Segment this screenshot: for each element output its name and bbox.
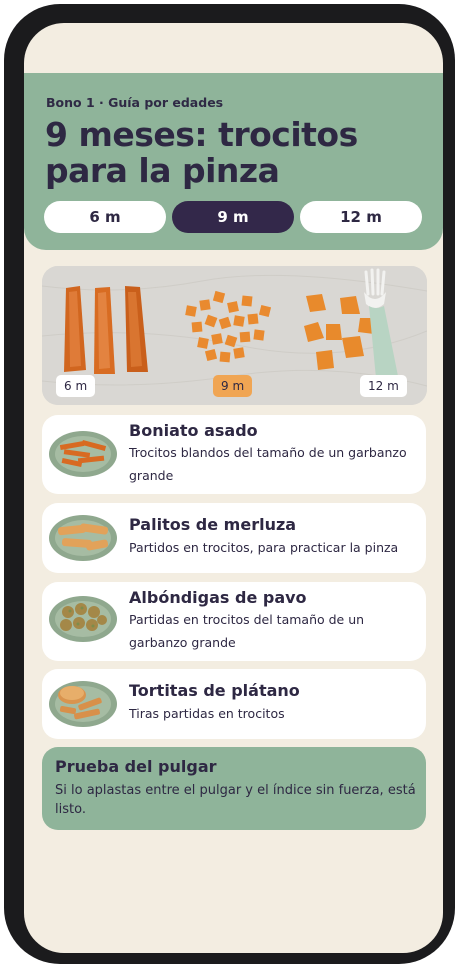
sweet-potato-plate-icon	[49, 431, 117, 477]
page-title: 9 meses: trocitos para la pinza	[45, 115, 358, 190]
food-title: Palitos de merluza	[129, 515, 297, 534]
tip-title: Prueba del pulgar	[55, 757, 217, 776]
tab-9m[interactable]: 9 m	[172, 201, 294, 233]
food-title: Albóndigas de pavo	[129, 588, 307, 607]
banana-pancakes-plate-icon	[49, 681, 117, 727]
section-eyebrow: Bono 1 · Guía por edades	[46, 95, 224, 110]
strips-6m	[64, 286, 148, 374]
food-description: Partidos en trocitos, para practicar la …	[129, 540, 399, 555]
photo-tag-9m: 9 m	[213, 375, 253, 397]
photo-tag-6m: 6 m	[56, 375, 96, 397]
food-size-photo: 6 m 9 m 12 m	[42, 266, 427, 405]
food-card-albondigas[interactable]: Albóndigas de pavo Partidas en trocitos …	[42, 582, 426, 661]
food-description: Partidas en trocitos del tamaño de un ga…	[129, 612, 365, 650]
food-description: Tiras partidas en trocitos	[129, 706, 285, 721]
tab-12m[interactable]: 12 m	[300, 201, 422, 233]
photo-tag-12m: 12 m	[360, 375, 407, 397]
fish-sticks-plate-icon	[49, 515, 117, 561]
tip-text: Si lo aplastas entre el pulgar y el índi…	[55, 783, 416, 817]
meatballs-plate-icon	[49, 596, 117, 642]
food-title: Tortitas de plátano	[129, 681, 300, 700]
age-tabs: 6 m 9 m 12 m	[44, 201, 422, 233]
food-card-tortitas[interactable]: Tortitas de plátano Tiras partidas en tr…	[42, 669, 426, 739]
tip-box: Prueba del pulgar Si lo aplastas entre e…	[42, 747, 426, 830]
tab-6m[interactable]: 6 m	[44, 201, 166, 233]
app-screen: Bono 1 · Guía por edades 9 meses: trocit…	[24, 23, 443, 953]
food-card-boniato[interactable]: Boniato asado Trocitos blandos del tamañ…	[42, 415, 426, 494]
phone-frame: Bono 1 · Guía por edades 9 meses: trocit…	[4, 4, 455, 964]
food-card-merluza[interactable]: Palitos de merluza Partidos en trocitos,…	[42, 503, 426, 573]
food-title: Boniato asado	[129, 421, 258, 440]
food-description: Trocitos blandos del tamaño de un garban…	[129, 445, 407, 483]
